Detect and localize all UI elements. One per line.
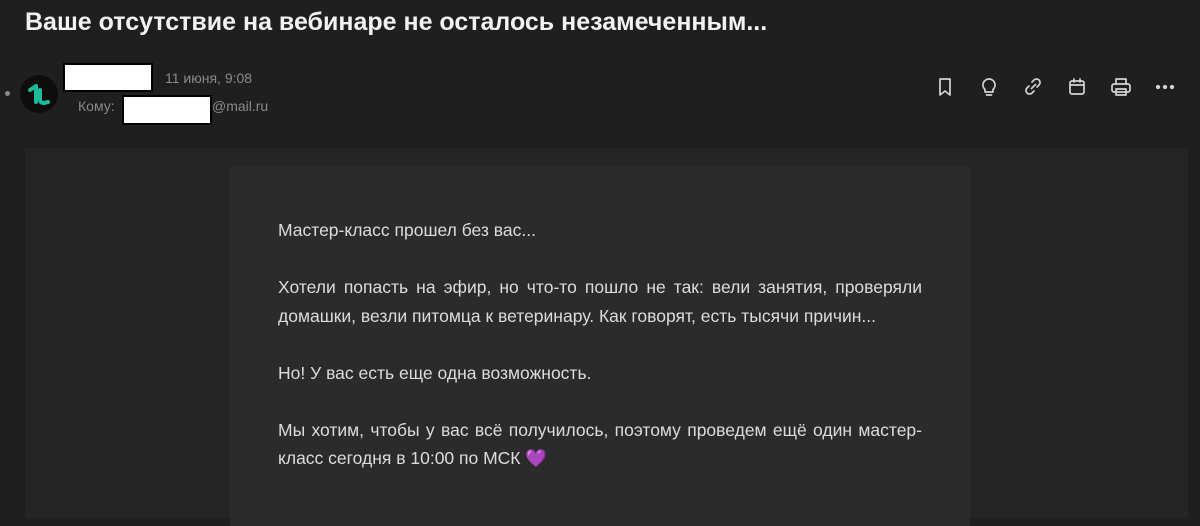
- sender-avatar[interactable]: [20, 75, 58, 113]
- bookmark-icon: [939, 78, 951, 96]
- idea-button[interactable]: [967, 72, 1011, 102]
- email-toolbar: [923, 72, 1187, 102]
- body-paragraph-4-text: Мы хотим, чтобы у вас всё получилось, по…: [278, 419, 922, 469]
- body-paragraph-2: Хотели попасть на эфир, но что-то пошло …: [278, 277, 922, 326]
- email-body-text: Мастер-класс прошел без вас... Хотели по…: [278, 216, 922, 501]
- body-paragraph-3: Но! У вас есть еще одна возможность.: [278, 362, 592, 383]
- email-subject: Ваше отсутствие на вебинаре не осталось …: [25, 8, 768, 36]
- print-button[interactable]: [1099, 72, 1143, 102]
- print-icon: [1111, 78, 1131, 96]
- body-paragraph-1: Мастер-класс прошел без вас...: [278, 220, 536, 240]
- recipient-label: Кому:: [78, 98, 115, 114]
- bookmark-button[interactable]: [923, 72, 967, 102]
- body-paragraph-4: Мы хотим, чтобы у вас всё получилось, по…: [278, 416, 922, 473]
- sender-name-redacted[interactable]: [63, 63, 153, 92]
- more-button[interactable]: [1143, 72, 1187, 102]
- more-icon: [1155, 84, 1175, 90]
- link-button[interactable]: [1011, 72, 1055, 102]
- unread-indicator: [5, 91, 10, 96]
- recipient-domain: @mail.ru: [212, 98, 269, 114]
- recipient-name-redacted[interactable]: [122, 95, 212, 125]
- calendar-icon: [1069, 78, 1085, 95]
- calendar-button[interactable]: [1055, 72, 1099, 102]
- link-icon: [1025, 78, 1041, 95]
- lightbulb-icon: [982, 78, 996, 96]
- email-date: 11 июня, 9:08: [165, 70, 253, 86]
- sender-logo-icon: [28, 84, 50, 106]
- purple-heart-emoji: 💜: [525, 448, 548, 468]
